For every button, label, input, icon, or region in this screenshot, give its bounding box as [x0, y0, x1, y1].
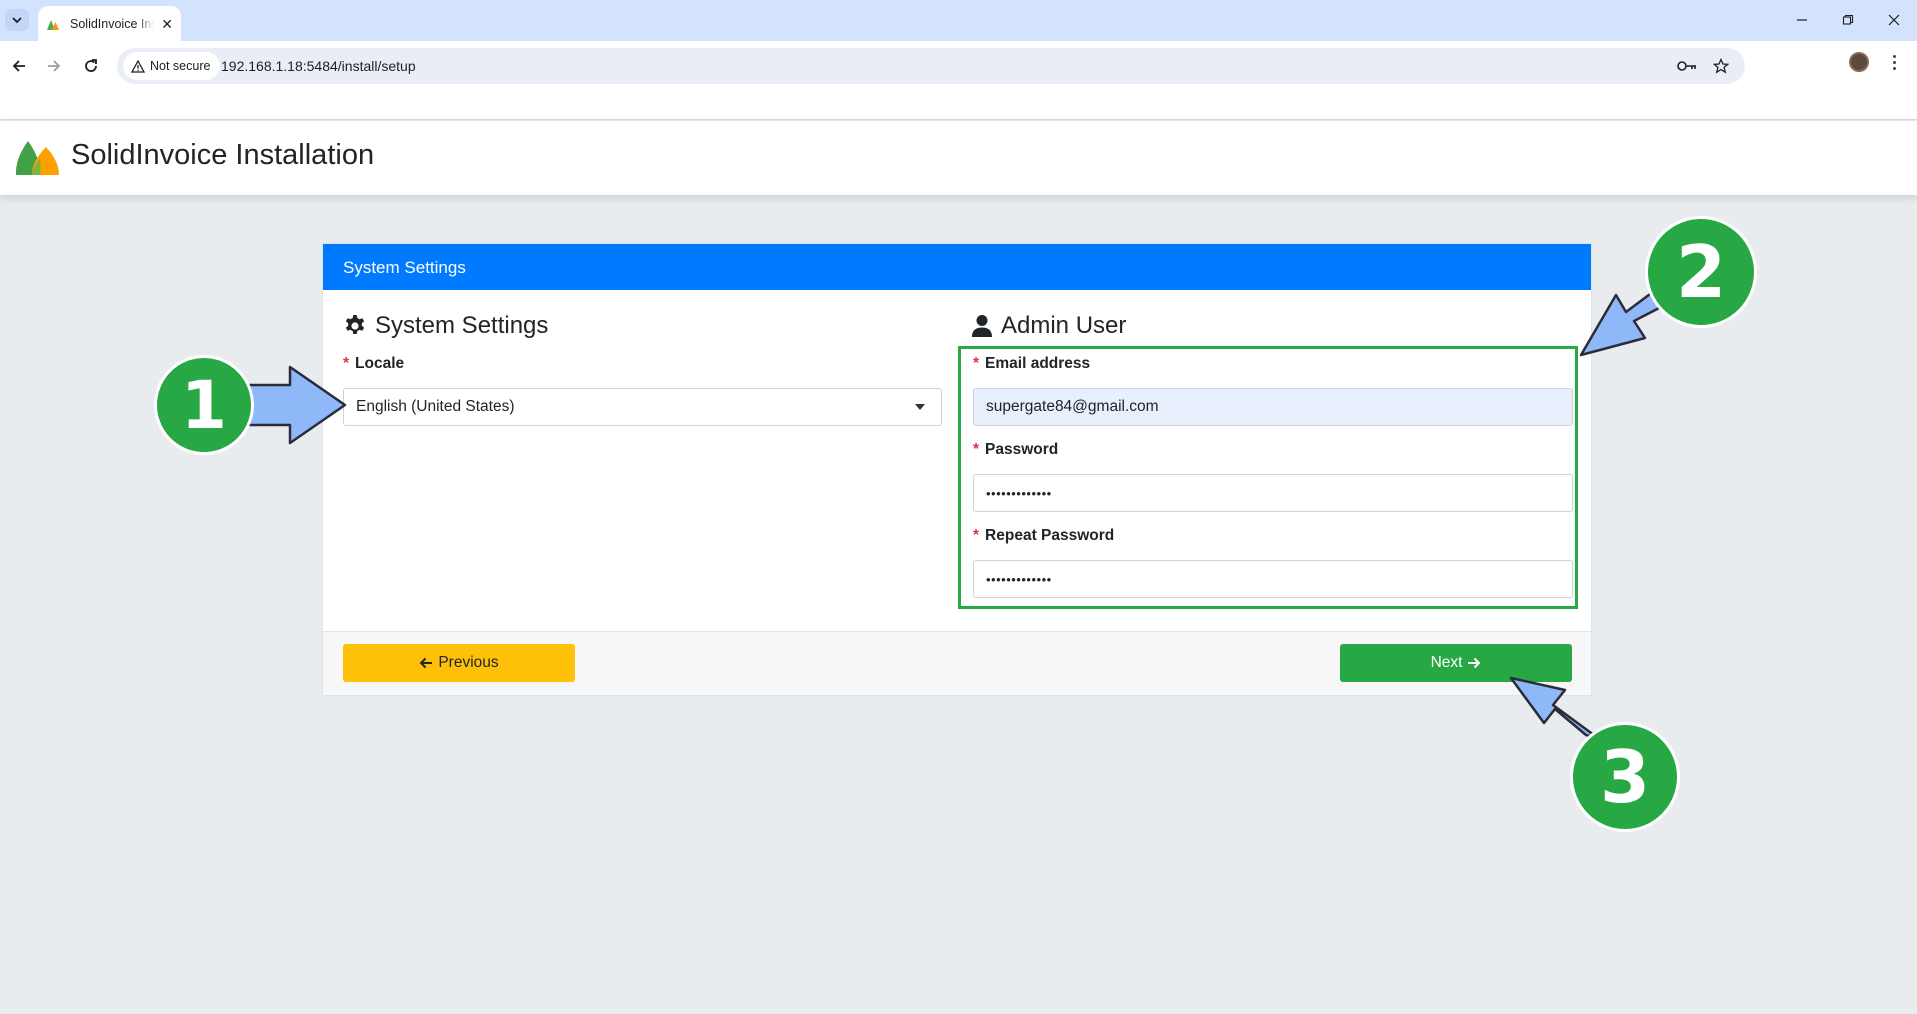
browser-tabstrip: SolidInvoice Installation ✕ [0, 0, 1917, 41]
locale-label-text: Locale [355, 355, 405, 372]
locale-selected-value: English (United States) [356, 398, 515, 415]
url-text[interactable]: 192.168.1.18:5484/install/setup [221, 58, 416, 74]
chevron-down-icon [12, 17, 22, 24]
site-security-chip[interactable]: Not secure [123, 52, 221, 80]
step-3-badge: 3 [1570, 722, 1680, 832]
gear-icon [345, 315, 365, 334]
step-2-badge: 2 [1645, 216, 1757, 328]
app-title: SolidInvoice Installation [71, 139, 375, 171]
solidinvoice-favicon-icon [47, 19, 59, 30]
key-icon [1677, 61, 1696, 71]
caret-down-icon [915, 404, 925, 410]
minimize-icon [1797, 19, 1807, 21]
previous-button-label: Previous [438, 654, 499, 671]
profile-avatar[interactable] [1849, 52, 1869, 72]
browser-toolbar: Not secure 192.168.1.18:5484/install/set… [0, 41, 1917, 120]
user-icon [972, 315, 992, 337]
browser-menu-icon[interactable] [1888, 52, 1900, 72]
warning-triangle-icon [131, 59, 145, 73]
restore-icon [1842, 14, 1854, 25]
card-footer: Previous Next [323, 631, 1591, 695]
system-settings-title: System Settings [375, 312, 549, 339]
back-button[interactable] [6, 53, 32, 79]
minimize-button[interactable] [1787, 8, 1817, 32]
locale-select[interactable]: English (United States) [343, 388, 942, 426]
address-bar[interactable]: Not secure 192.168.1.18:5484/install/set… [117, 48, 1745, 84]
step-1-badge: 1 [154, 355, 254, 455]
star-icon [1713, 58, 1729, 74]
admin-user-heading: Admin User [971, 312, 1126, 340]
solidinvoice-logo-icon [15, 141, 59, 175]
admin-user-highlight-box [958, 346, 1578, 609]
arrow-left-icon [12, 60, 25, 72]
app-header: SolidInvoice Installation [0, 121, 1917, 195]
arrow-right-icon [1468, 657, 1481, 669]
next-button[interactable]: Next [1340, 644, 1572, 682]
card-header: System Settings [323, 244, 1591, 290]
next-button-label: Next [1430, 654, 1463, 671]
restore-button[interactable] [1833, 8, 1863, 32]
previous-button[interactable]: Previous [343, 644, 575, 682]
tab-title: SolidInvoice Installation [70, 16, 154, 31]
admin-user-title: Admin User [1001, 312, 1127, 339]
forward-button[interactable] [41, 53, 67, 79]
required-asterisk: * [343, 355, 350, 372]
system-settings-heading: System Settings [343, 312, 548, 340]
security-label: Not secure [150, 59, 211, 73]
tab-search-button[interactable] [5, 9, 29, 31]
password-key-button[interactable] [1677, 56, 1697, 76]
tab-close-icon[interactable]: ✕ [161, 17, 173, 31]
locale-label: * Locale [343, 355, 404, 373]
arrow-left-icon [419, 657, 433, 669]
arrow-right-icon [48, 60, 61, 72]
arrow-2-icon [1579, 289, 1665, 357]
reload-button[interactable] [78, 53, 104, 79]
bookmark-button[interactable] [1711, 56, 1731, 76]
browser-tab[interactable]: SolidInvoice Installation ✕ [38, 6, 181, 41]
close-window-button[interactable] [1879, 8, 1909, 32]
reload-icon [85, 59, 97, 72]
close-icon [1888, 14, 1900, 26]
